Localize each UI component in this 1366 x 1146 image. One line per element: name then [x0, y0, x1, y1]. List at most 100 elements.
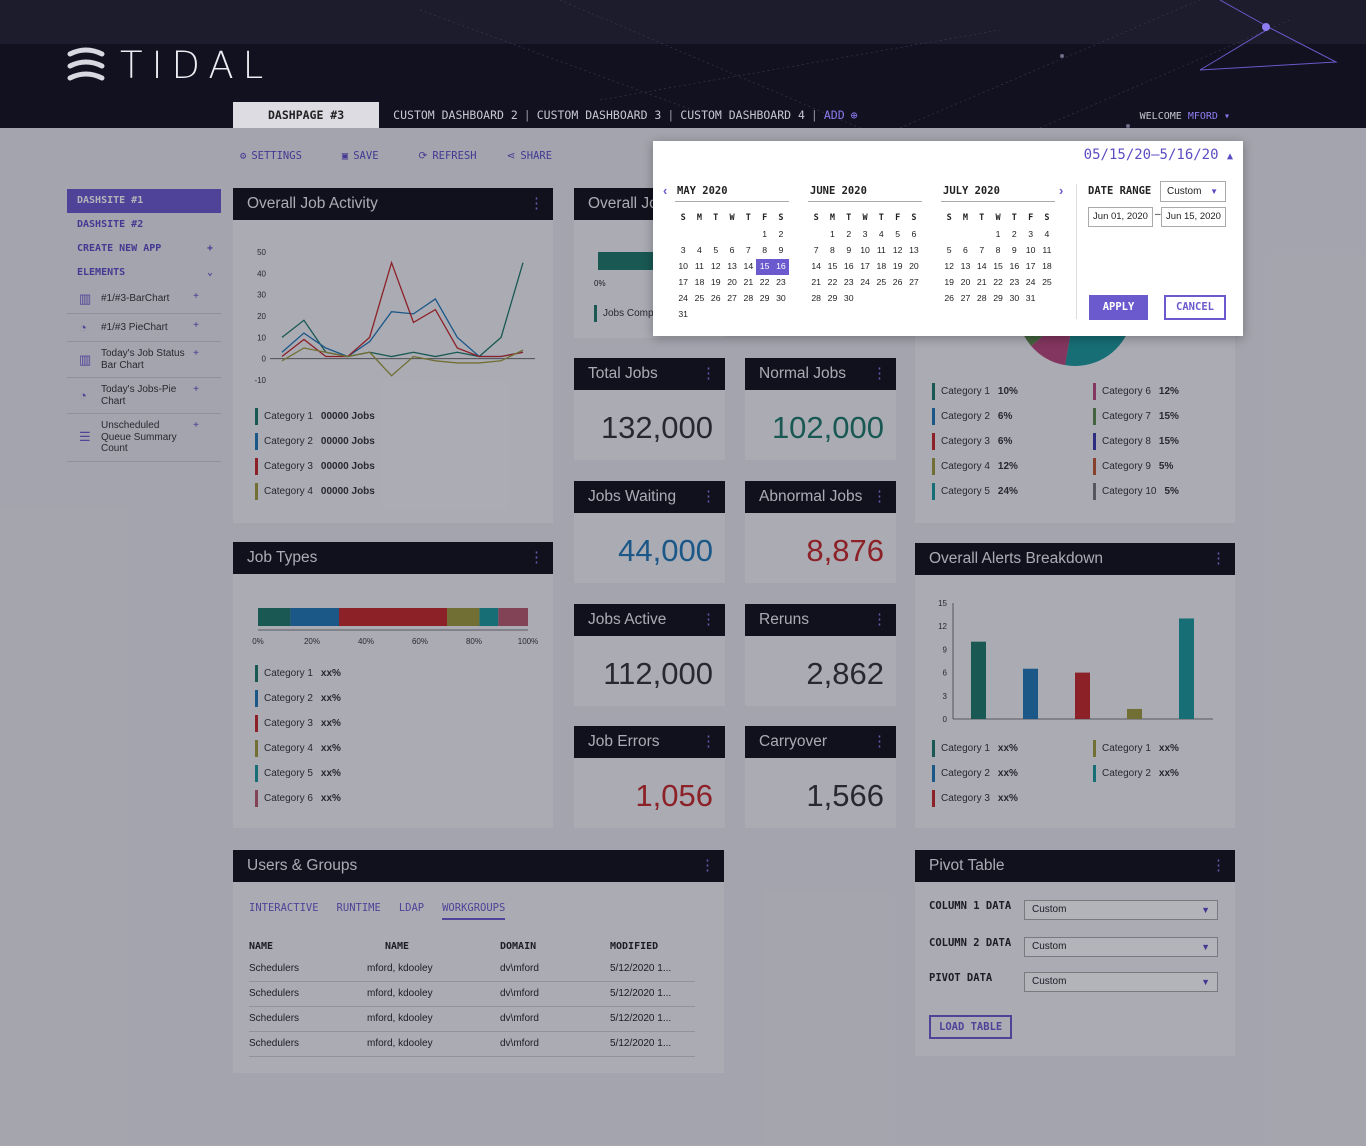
plus-icon[interactable]: +	[193, 420, 199, 431]
plus-icon[interactable]: +	[207, 237, 213, 261]
calendar-day[interactable]: 19	[941, 275, 957, 291]
calendar-day[interactable]: 26	[889, 275, 905, 291]
more-vert-icon[interactable]: ⋮	[872, 604, 887, 636]
plus-icon[interactable]: +	[193, 320, 199, 331]
calendar-day[interactable]: 9	[841, 243, 857, 259]
plus-icon[interactable]: +	[193, 348, 199, 359]
calendar-day[interactable]: 29	[756, 291, 772, 307]
calendar-day[interactable]: 11	[873, 243, 889, 259]
more-vert-icon[interactable]: ⋮	[701, 481, 716, 513]
calendar-day[interactable]: 26	[708, 291, 724, 307]
column-header[interactable]: MODIFIED	[610, 936, 695, 956]
more-vert-icon[interactable]: ⋮	[872, 726, 887, 758]
sidebar-element-item[interactable]: ◔ Today's Jobs-Pie Chart +	[67, 378, 221, 414]
calendar-day[interactable]: 25	[1039, 275, 1055, 291]
pivot-data-select[interactable]: Custom ▼	[1024, 972, 1218, 992]
calendar-day[interactable]: 6	[957, 243, 973, 259]
calendar-day[interactable]: 1	[990, 227, 1006, 243]
date-range-toggle[interactable]: 05/15/20–5/16/20 ▲	[1084, 147, 1233, 163]
calendar-day[interactable]: 30	[1006, 291, 1022, 307]
calendar-day[interactable]: 28	[740, 291, 756, 307]
more-vert-icon[interactable]: ⋮	[872, 481, 887, 513]
more-vert-icon[interactable]: ⋮	[1211, 850, 1226, 882]
tab-ldap[interactable]: LDAP	[399, 902, 424, 920]
calendar-day[interactable]: 6	[906, 227, 922, 243]
tab-interactive[interactable]: INTERACTIVE	[249, 902, 319, 920]
calendar-day[interactable]: 18	[873, 259, 889, 275]
calendar-day[interactable]: 10	[1022, 243, 1038, 259]
calendar-day[interactable]: 13	[957, 259, 973, 275]
calendar-day[interactable]: 19	[708, 275, 724, 291]
calendar-day[interactable]: 18	[1039, 259, 1055, 275]
calendar-day[interactable]: 15	[824, 259, 840, 275]
more-vert-icon[interactable]: ⋮	[529, 188, 544, 220]
calendar-day[interactable]: 10	[857, 243, 873, 259]
calendar-day[interactable]: 24	[675, 291, 691, 307]
calendar-day[interactable]: 22	[824, 275, 840, 291]
tab-workgroups[interactable]: WORKGROUPS	[442, 902, 506, 920]
calendar-day[interactable]: 21	[740, 275, 756, 291]
more-vert-icon[interactable]: ⋮	[872, 358, 887, 390]
calendar-day[interactable]: 15	[990, 259, 1006, 275]
calendar-day[interactable]: 2	[1006, 227, 1022, 243]
calendar-day[interactable]: 9	[1006, 243, 1022, 259]
tab-runtime[interactable]: RUNTIME	[337, 902, 381, 920]
calendar-day[interactable]: 18	[691, 275, 707, 291]
calendar-day[interactable]: 12	[889, 243, 905, 259]
calendar-day[interactable]: 4	[1039, 227, 1055, 243]
calendar-day[interactable]: 3	[1022, 227, 1038, 243]
calendar-day[interactable]: 7	[808, 243, 824, 259]
calendar-day[interactable]: 16	[841, 259, 857, 275]
sidebar-item-elements[interactable]: ELEMENTS ⌄	[67, 261, 221, 285]
column-2-select[interactable]: Custom ▼	[1024, 937, 1218, 957]
calendar-day[interactable]: 27	[957, 291, 973, 307]
plus-icon[interactable]: +	[193, 291, 199, 302]
calendar-day[interactable]: 5	[708, 243, 724, 259]
calendar-day[interactable]: 20	[957, 275, 973, 291]
user-menu[interactable]: WELCOME MFORD ▾	[1140, 111, 1230, 122]
column-header[interactable]: DOMAIN	[500, 936, 610, 956]
more-vert-icon[interactable]: ⋮	[700, 850, 715, 882]
calendar-day[interactable]: 26	[941, 291, 957, 307]
sidebar-element-item[interactable]: ▥ #1/#3-BarChart +	[67, 285, 221, 314]
table-row[interactable]: Schedulers mford, kdooley dv\mford 5/12/202…	[249, 1031, 695, 1057]
calendar-day[interactable]: 2	[841, 227, 857, 243]
next-month-icon[interactable]: ›	[1059, 183, 1063, 198]
calendar-day[interactable]: 12	[941, 259, 957, 275]
settings-button[interactable]: ⚙ SETTINGS	[240, 150, 302, 162]
calendar-day[interactable]: 15	[756, 259, 773, 275]
prev-month-icon[interactable]: ‹	[663, 183, 667, 198]
calendar-day[interactable]: 12	[708, 259, 724, 275]
calendar-day[interactable]: 16	[1006, 259, 1022, 275]
calendar-day[interactable]: 28	[974, 291, 990, 307]
calendar-day[interactable]: 7	[974, 243, 990, 259]
calendar-day[interactable]: 27	[906, 275, 922, 291]
calendar-day[interactable]: 30	[841, 291, 857, 307]
add-tab-button[interactable]: ADD ⊕	[818, 108, 864, 122]
calendar-day[interactable]: 5	[889, 227, 905, 243]
calendar-day[interactable]: 1	[756, 227, 772, 243]
calendar-day[interactable]: 6	[724, 243, 740, 259]
sidebar-item-dashsite-2[interactable]: DASHSITE #2	[67, 213, 221, 237]
calendar-day[interactable]: 13	[906, 243, 922, 259]
share-button[interactable]: ⋖ SHARE	[507, 150, 552, 162]
more-vert-icon[interactable]: ⋮	[701, 604, 716, 636]
chevron-down-icon[interactable]: ⌄	[207, 261, 213, 285]
tab-custom-dashboard-3[interactable]: CUSTOM DASHBOARD 3	[531, 108, 668, 122]
calendar-day[interactable]: 23	[841, 275, 857, 291]
sidebar-element-item[interactable]: ▥ Today's Job Status Bar Chart +	[67, 342, 221, 378]
calendar-day[interactable]: 25	[873, 275, 889, 291]
calendar-day[interactable]: 8	[824, 243, 840, 259]
calendar-day[interactable]: 11	[1039, 243, 1055, 259]
calendar-day[interactable]: 5	[941, 243, 957, 259]
tab-dashpage-3[interactable]: DASHPAGE #3	[233, 102, 380, 128]
calendar-day[interactable]: 13	[724, 259, 740, 275]
tab-custom-dashboard-4[interactable]: CUSTOM DASHBOARD 4	[674, 108, 811, 122]
apply-button[interactable]: APPLY	[1089, 295, 1148, 320]
calendar-day[interactable]: 21	[808, 275, 824, 291]
calendar-day[interactable]: 7	[740, 243, 756, 259]
calendar-day[interactable]: 23	[1006, 275, 1022, 291]
calendar-day[interactable]: 19	[889, 259, 905, 275]
table-row[interactable]: Schedulers mford, kdooley dv\mford 5/12/202…	[249, 956, 695, 982]
calendar-day[interactable]: 1	[824, 227, 840, 243]
